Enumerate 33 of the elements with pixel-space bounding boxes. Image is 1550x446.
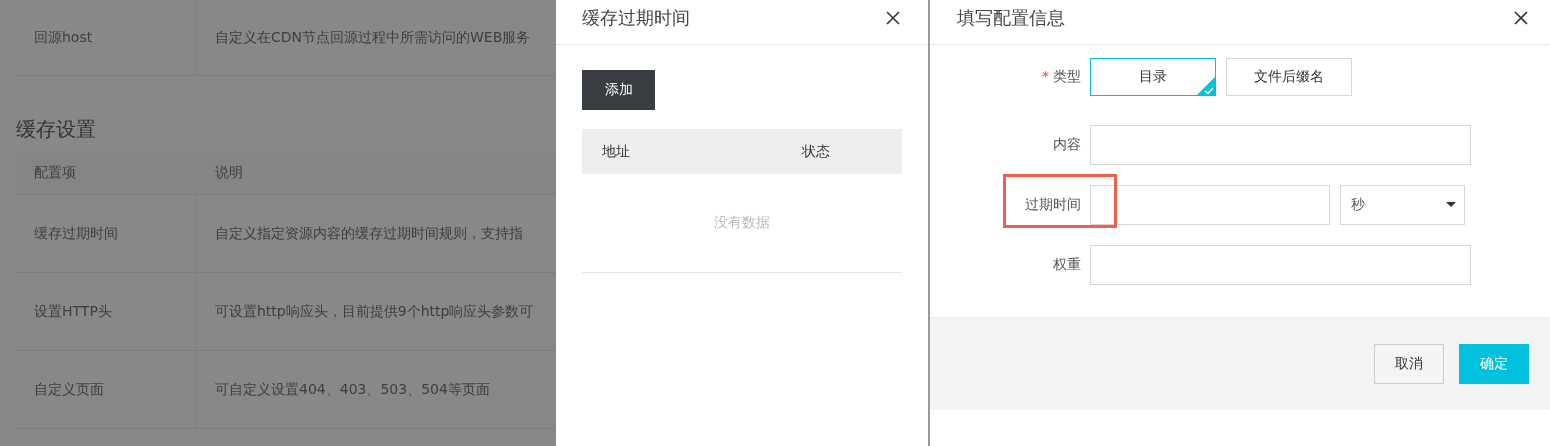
field-label: 类型: [1053, 68, 1081, 84]
input-field[interactable]: [1090, 125, 1471, 165]
section-title: 缓存设置: [16, 116, 97, 143]
option-button[interactable]: 目录: [1090, 58, 1216, 96]
close-icon[interactable]: [1514, 11, 1528, 25]
column-header: 配置项: [33, 163, 77, 182]
table-cell-text: 自定义指定资源内容的缓存过期时间规则，支持指: [214, 224, 523, 243]
panel-title: 填写配置信息: [957, 6, 1065, 30]
required-mark: *: [1042, 68, 1049, 84]
column-header: 状态: [802, 142, 830, 161]
table-cell: 缓存过期时间: [16, 195, 197, 272]
option-button[interactable]: 文件后缀名: [1226, 58, 1352, 96]
column-header: 说明: [214, 164, 243, 182]
caret-icon: [1446, 202, 1456, 208]
unit-dropdown[interactable]: 秒: [1340, 185, 1465, 225]
table-cell: 设置HTTP头: [16, 273, 197, 350]
field-label: 过期时间: [1025, 196, 1081, 212]
empty-message: 没有数据: [714, 214, 770, 232]
check-icon: [1196, 76, 1216, 96]
panel-title: 缓存过期时间: [582, 6, 690, 30]
dialog-button[interactable]: 取消: [1374, 344, 1444, 384]
input-field[interactable]: [1090, 185, 1330, 225]
field-label: 权重: [1053, 256, 1081, 272]
table-cell-text: 自定义在CDN节点回源过程中所需访问的WEB服务: [214, 28, 531, 47]
close-icon[interactable]: [886, 11, 900, 25]
table-cell: 自定义页面: [16, 351, 197, 428]
input-field[interactable]: [1090, 245, 1471, 285]
field-label: 内容: [1053, 136, 1081, 152]
table-cell-text: 可设置http响应头，目前提供9个http响应头参数可: [214, 302, 534, 321]
table-cell: 回源host: [16, 0, 197, 75]
column-header: 地址: [602, 142, 631, 161]
add-button[interactable]: 添加: [582, 70, 655, 110]
table-cell-text: 可自定义设置404、403、503、504等页面: [214, 380, 490, 399]
